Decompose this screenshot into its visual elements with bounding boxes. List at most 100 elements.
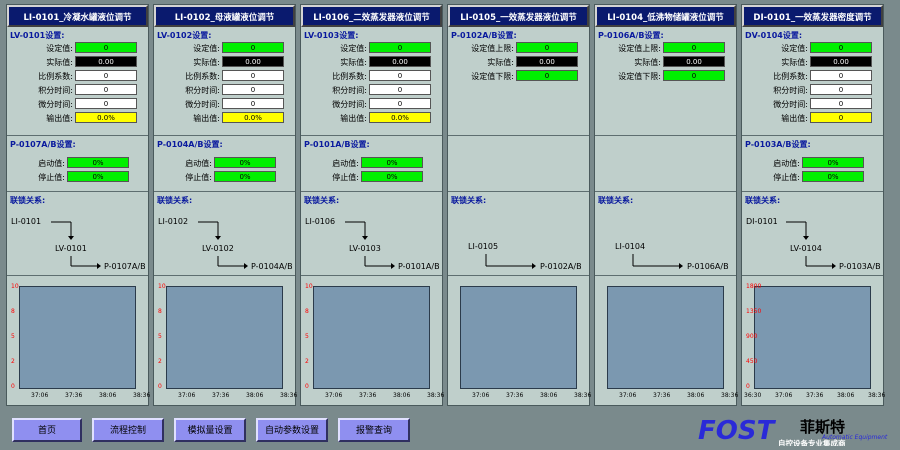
interlock-diagram [51, 221, 101, 269]
panel-title: LI-0101_冷凝水罐液位调节 [7, 5, 148, 27]
home-button[interactable]: 首页 [12, 418, 82, 442]
setting-value-field[interactable]: 0 [369, 42, 431, 53]
pump-row: 启动值: 0% [7, 157, 148, 169]
setting-label: 实际值: [46, 58, 73, 67]
trend-plot-area [460, 286, 577, 389]
settings-title: LV-0102设置: [157, 31, 212, 40]
setting-value-field[interactable]: 0.0% [222, 112, 284, 123]
pump-value-field[interactable]: 0% [361, 171, 423, 182]
x-tick-label: 37:36 [506, 392, 524, 399]
trend-plot-area [607, 286, 724, 389]
setting-row: 设定值上限: 0 [595, 42, 736, 54]
interlock-arrow-down [215, 236, 221, 240]
settings-section: DV-0104设置: 设定值: 0 实际值: 0.00 比例系数: 0 积分时间: 0 微分时间:… [742, 27, 883, 135]
setting-value-field[interactable]: 0 [810, 84, 872, 95]
interlock-arrow-right [532, 263, 536, 269]
setting-value-field[interactable]: 0 [369, 84, 431, 95]
trend-chart: 10 8 5 2 0 [11, 281, 142, 390]
settings-title: P-0106A/B设置: [598, 31, 664, 40]
x-tick-label: 38:06 [687, 392, 705, 399]
setting-label: 实际值: [634, 58, 661, 67]
setting-label: 比例系数: [185, 72, 220, 81]
setting-value-field[interactable]: 0.00 [810, 56, 872, 67]
y-tick-label: 5 [305, 333, 309, 340]
setting-value-field[interactable]: 0 [810, 42, 872, 53]
pump-label: 启动值: [38, 159, 65, 168]
setting-value-field[interactable]: 0 [663, 42, 725, 53]
setting-value-field[interactable]: 0 [516, 70, 578, 81]
setting-value-field[interactable]: 0 [810, 112, 872, 123]
setting-label: 输出值: [781, 114, 808, 123]
setting-row: 比例系数: 0 [301, 70, 442, 82]
setting-label: 微分时间: [185, 100, 220, 109]
setting-label: 实际值: [781, 58, 808, 67]
setting-row: 积分时间: 0 [742, 84, 883, 96]
trend-chart [603, 281, 730, 389]
panel-title: DI-0101_一效蒸发器密度调节 [742, 5, 883, 27]
interlock-diagram [345, 221, 395, 269]
pump-title: P-0107A/B设置: [10, 140, 76, 149]
setting-value-field[interactable]: 0 [222, 84, 284, 95]
setting-label: 比例系数: [332, 72, 367, 81]
setting-value-field[interactable]: 0 [75, 98, 137, 109]
setting-label: 设定值: [781, 44, 808, 53]
pump-value-field[interactable]: 0% [214, 157, 276, 168]
setting-label: 输出值: [193, 114, 220, 123]
setting-value-field[interactable]: 0 [75, 84, 137, 95]
pump-value-field[interactable]: 0% [67, 157, 129, 168]
interlock-arrow-right [679, 263, 683, 269]
setting-value-field[interactable]: 0 [222, 42, 284, 53]
alarm-query-button[interactable]: 报警查询 [338, 418, 410, 442]
interlock-diagram [198, 221, 248, 269]
interlock-section: 联锁关系: LI-0106 LV-0103 P-0101A/B [301, 191, 442, 275]
x-tick-label: 37:06 [775, 392, 793, 399]
settings-title: P-0102A/B设置: [451, 31, 517, 40]
pump-value-field[interactable]: 0% [67, 171, 129, 182]
setting-value-field[interactable]: 0.00 [516, 56, 578, 67]
setting-value-field[interactable]: 0.0% [75, 112, 137, 123]
pump-section: P-0107A/B设置: 启动值: 0% 停止值: 0% [7, 135, 148, 191]
pump-value-field[interactable]: 0% [361, 157, 423, 168]
pump-value-field[interactable]: 0% [802, 157, 864, 168]
interlock-arrow-right [97, 263, 101, 269]
setting-value-field[interactable]: 0 [663, 70, 725, 81]
setting-label: 微分时间: [38, 100, 73, 109]
auto-params-button[interactable]: 自动参数设置 [256, 418, 328, 442]
setting-value-field[interactable]: 0 [369, 70, 431, 81]
setting-label: 设定值: [193, 44, 220, 53]
setting-row: 设定值: 0 [7, 42, 148, 54]
interlock-arrow-down [362, 236, 368, 240]
setting-row: 积分时间: 0 [154, 84, 295, 96]
setting-value-field[interactable]: 0 [369, 98, 431, 109]
process-control-button[interactable]: 流程控制 [92, 418, 164, 442]
x-tick-label: 37:06 [472, 392, 490, 399]
setting-row: 设定值: 0 [742, 42, 883, 54]
setting-value-field[interactable]: 0 [810, 98, 872, 109]
y-tick-label: 2 [11, 358, 15, 365]
interlock-diagram [485, 254, 536, 269]
y-tick-label: 8 [305, 308, 309, 315]
pump-row: 启动值: 0% [154, 157, 295, 169]
pump-label: 停止值: [185, 173, 212, 182]
setting-value-field[interactable]: 0 [810, 70, 872, 81]
control-panel-4: LI-0105_一效蒸发器液位调节 P-0102A/B设置: 设定值上限: 0 实际值:… [447, 4, 591, 406]
setting-value-field[interactable]: 0 [75, 42, 137, 53]
y-tick-label: 5 [11, 333, 15, 340]
analog-settings-button[interactable]: 模拟量设置 [174, 418, 246, 442]
setting-value-field[interactable]: 0.00 [222, 56, 284, 67]
control-panel-6: DI-0101_一效蒸发器密度调节 DV-0104设置: 设定值: 0 实际值: 0.00… [741, 4, 885, 406]
setting-value-field[interactable]: 0 [222, 98, 284, 109]
pump-value-field[interactable]: 0% [802, 171, 864, 182]
setting-row: 实际值: 0.00 [7, 56, 148, 68]
setting-value-field[interactable]: 0 [75, 70, 137, 81]
setting-value-field[interactable]: 0 [222, 70, 284, 81]
setting-value-field[interactable]: 0 [516, 42, 578, 53]
setting-value-field[interactable]: 0.0% [369, 112, 431, 123]
pump-value-field[interactable]: 0% [214, 171, 276, 182]
setting-value-field[interactable]: 0.00 [75, 56, 137, 67]
setting-value-field[interactable]: 0.00 [369, 56, 431, 67]
y-tick-label: 10 [305, 283, 313, 290]
setting-value-field[interactable]: 0.00 [663, 56, 725, 67]
setting-label: 实际值: [193, 58, 220, 67]
x-tick-label: 37:36 [806, 392, 824, 399]
